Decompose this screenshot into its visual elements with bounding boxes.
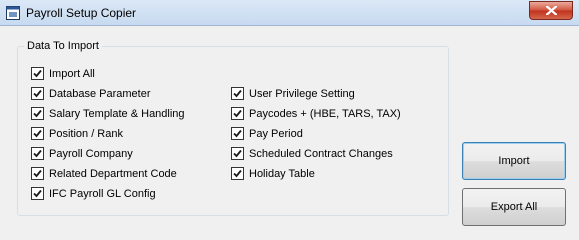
checkbox-label: Related Department Code — [49, 167, 177, 180]
checkmark-icon — [33, 69, 42, 78]
checkbox-box[interactable] — [31, 127, 44, 140]
checkmark-icon — [33, 89, 42, 98]
checkbox-related-department-code[interactable]: Related Department Code — [31, 166, 177, 181]
checkbox-label: Import All — [49, 67, 95, 80]
checkbox-label: Payroll Company — [49, 147, 133, 160]
checkmark-icon — [33, 189, 42, 198]
close-button[interactable] — [529, 1, 573, 20]
checkmark-icon — [233, 169, 242, 178]
checkbox-box[interactable] — [231, 147, 244, 160]
close-icon — [546, 6, 557, 15]
checkbox-box[interactable] — [31, 107, 44, 120]
checkbox-ifc-payroll-gl-config[interactable]: IFC Payroll GL Config — [31, 186, 156, 201]
checkbox-paycodes[interactable]: Paycodes + (HBE, TARS, TAX) — [231, 106, 401, 121]
checkmark-icon — [233, 109, 242, 118]
payroll-setup-copier-window: Payroll Setup Copier Data To Import Impo… — [0, 0, 579, 230]
checkbox-label: User Privilege Setting — [249, 87, 355, 100]
checkbox-payroll-company[interactable]: Payroll Company — [31, 146, 133, 161]
title-bar[interactable]: Payroll Setup Copier — [0, 0, 579, 26]
checkbox-label: Database Parameter — [49, 87, 151, 100]
checkbox-database-parameter[interactable]: Database Parameter — [31, 86, 151, 101]
checkmark-icon — [33, 169, 42, 178]
checkmark-icon — [33, 149, 42, 158]
checkbox-label: Holiday Table — [249, 167, 315, 180]
checkbox-user-privilege-setting[interactable]: User Privilege Setting — [231, 86, 355, 101]
checkbox-box[interactable] — [31, 67, 44, 80]
checkbox-box[interactable] — [31, 147, 44, 160]
checkbox-scheduled-contract-changes[interactable]: Scheduled Contract Changes — [231, 146, 393, 161]
checkbox-box[interactable] — [231, 167, 244, 180]
checkbox-label: Position / Rank — [49, 127, 123, 140]
checkmark-icon — [233, 129, 242, 138]
checkbox-box[interactable] — [31, 167, 44, 180]
checkbox-box[interactable] — [231, 107, 244, 120]
checkbox-label: Salary Template & Handling — [49, 107, 185, 120]
checkbox-position-rank[interactable]: Position / Rank — [31, 126, 123, 141]
app-window-icon — [6, 6, 20, 20]
checkbox-box[interactable] — [31, 87, 44, 100]
checkbox-import-all[interactable]: Import All — [31, 66, 95, 81]
checkmark-icon — [33, 109, 42, 118]
checkmark-icon — [233, 149, 242, 158]
checkmark-icon — [233, 89, 242, 98]
checkbox-salary-template[interactable]: Salary Template & Handling — [31, 106, 185, 121]
checkbox-holiday-table[interactable]: Holiday Table — [231, 166, 315, 181]
checkbox-box[interactable] — [31, 187, 44, 200]
checkmark-icon — [33, 129, 42, 138]
window-title: Payroll Setup Copier — [26, 6, 137, 20]
checkbox-label: Paycodes + (HBE, TARS, TAX) — [249, 107, 401, 120]
import-button[interactable]: Import — [462, 142, 566, 180]
checkbox-label: Pay Period — [249, 127, 303, 140]
export-all-button[interactable]: Export All — [462, 188, 566, 226]
checkbox-label: IFC Payroll GL Config — [49, 187, 156, 200]
checkbox-box[interactable] — [231, 127, 244, 140]
checkbox-label: Scheduled Contract Changes — [249, 147, 393, 160]
checkbox-pay-period[interactable]: Pay Period — [231, 126, 303, 141]
checkbox-box[interactable] — [231, 87, 244, 100]
group-label: Data To Import — [24, 39, 102, 53]
